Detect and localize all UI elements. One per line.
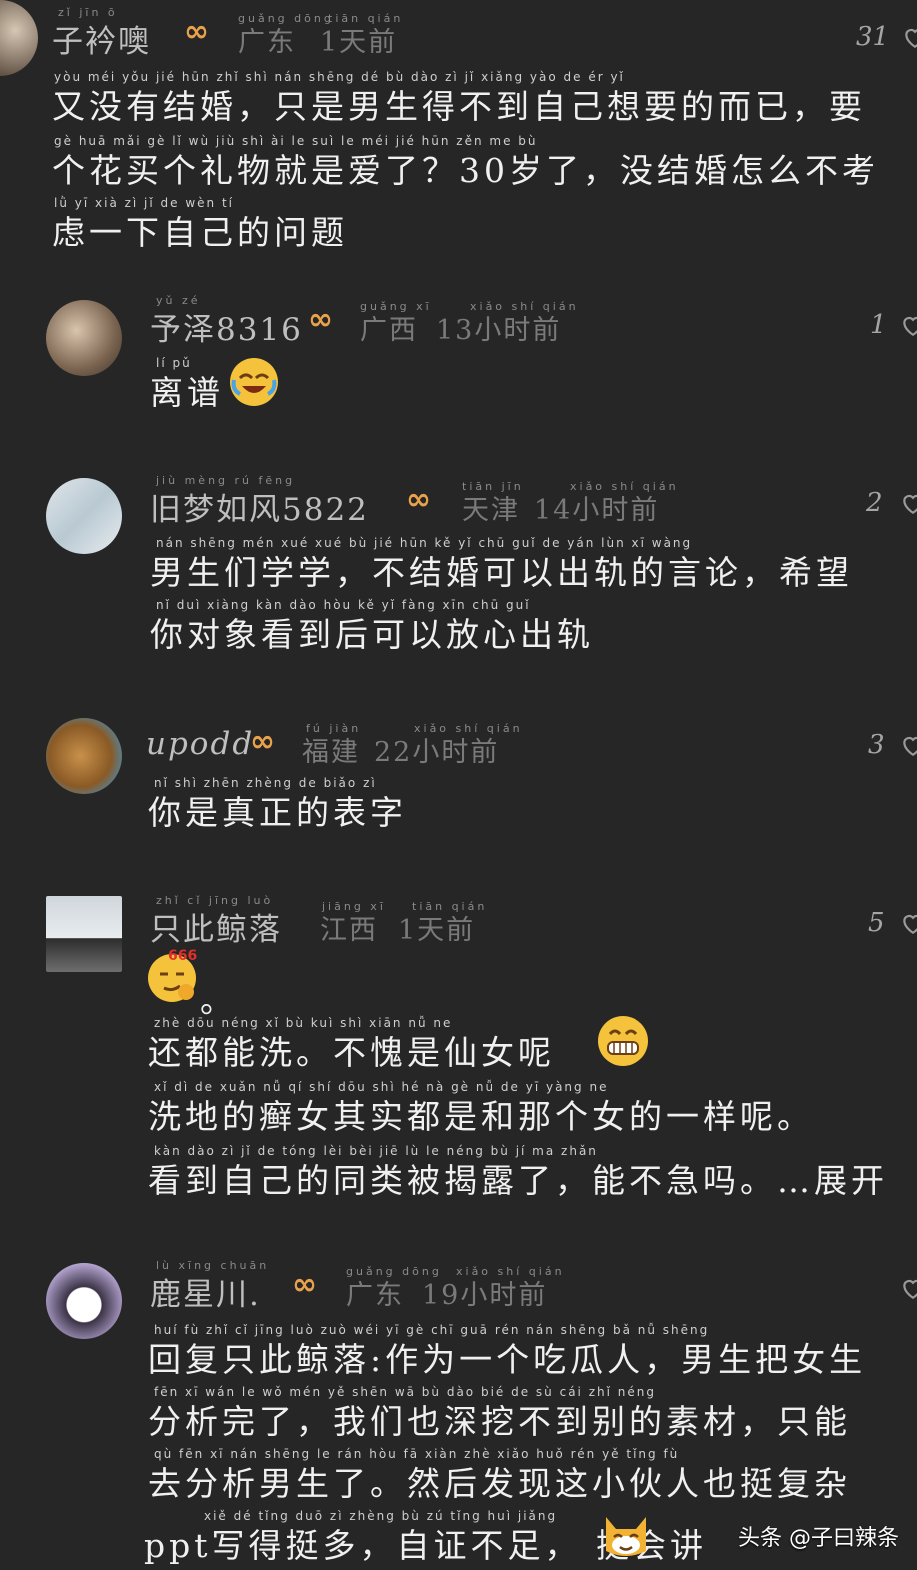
comment-text-line: 去分析男生了。然后发现这小伙人也挺复杂 (148, 1464, 851, 1503)
comment-item: zhǐ cǐ jīng luò 只此鲸落 jiāng xī 江西 tiān qi… (0, 890, 917, 1210)
username[interactable]: 鹿星川. (150, 1269, 261, 1314)
comment-text-line: 看到自己的同类被揭露了，能不急吗。…展开 (148, 1161, 888, 1200)
comment-text-line: 你对象看到后可以放心出轨 (150, 615, 594, 654)
like-count: 31 (856, 22, 890, 52)
like-count: 5 (868, 908, 885, 938)
location: 广东 (346, 1280, 404, 1311)
comment-text-line: 虑一下自己的问题 (52, 213, 348, 252)
like-count: 3 (868, 730, 885, 760)
heart-icon[interactable] (900, 910, 917, 936)
comment-text-line: 分析完了，我们也深挖不到别的素材，只能 (148, 1402, 851, 1441)
heart-icon[interactable] (900, 312, 917, 338)
timestamp: 1天前 (320, 27, 398, 58)
location: 江西 (320, 915, 378, 946)
badge-icon: ∞ (292, 1267, 317, 1302)
username[interactable]: 予泽8316 (150, 304, 303, 349)
like-count: 1 (870, 310, 887, 340)
grin-emoji-icon (598, 1016, 648, 1066)
badge-icon: ∞ (250, 724, 275, 759)
avatar[interactable] (46, 300, 122, 376)
timestamp: 13小时前 (436, 315, 562, 346)
location: 广东 (238, 27, 296, 58)
comment-item: yǔ zé 予泽8316 ∞ guǎng xī 广西 xiǎo shí qián… (0, 290, 917, 440)
comment-text-line: 你是真正的表字 (148, 793, 407, 832)
location: 天津 (462, 495, 520, 526)
comment-text-line: 洗地的癣女其实都是和那个女的一样呢。 (148, 1097, 814, 1136)
comment-text-line: 离谱 (150, 373, 224, 412)
comment-text-line: 还都能洗。不愧是仙女呢 (148, 1033, 555, 1072)
badge-icon: ∞ (184, 14, 209, 49)
comment-text-line: 回复只此鲸落:作为一个吃瓜人，男生把女生 (148, 1340, 867, 1379)
comment-text-line: 男生们学学，不结婚可以出轨的言论，希望 (150, 553, 853, 592)
timestamp: 1天前 (398, 915, 476, 946)
cat-emoji-icon (606, 1517, 646, 1556)
comment-item: jiù mèng rú fēng 旧梦如风5822 ∞ tiān jīn 天津 … (0, 470, 917, 670)
username[interactable]: 只此鲸落 (150, 904, 282, 949)
comment-item: zǐ jīn ō 子衿噢 ∞ guǎng dōng 广东 tiān qián 1… (0, 0, 917, 260)
badge-icon: ∞ (406, 482, 431, 517)
comment-text-line: 又没有结婚，只是男生得不到自己想要的而已，要 (52, 87, 866, 126)
timestamp: 22小时前 (374, 737, 500, 768)
avatar[interactable] (46, 896, 122, 972)
location: 福建 (302, 737, 360, 768)
heart-icon[interactable] (900, 732, 917, 758)
location: 广西 (360, 315, 418, 346)
badge-icon: ∞ (308, 302, 333, 337)
heart-icon[interactable] (900, 490, 917, 516)
comment-item: upodd ∞ fú jiàn 福建 xiǎo shí qián 22小时前 3… (0, 712, 917, 862)
username[interactable]: 旧梦如风5822 (150, 484, 369, 529)
timestamp: 14小时前 (534, 495, 660, 526)
heart-icon[interactable] (900, 1275, 917, 1301)
comment-text-line: 个花买个礼物就是爱了？30岁了，没结婚怎么不考 (52, 151, 879, 190)
avatar[interactable] (46, 1263, 122, 1339)
username[interactable]: 子衿噢 (52, 16, 151, 61)
heart-icon[interactable] (902, 24, 917, 50)
emoji-label: 666 (168, 948, 198, 964)
like-count: 2 (866, 488, 883, 518)
username[interactable]: upodd (146, 726, 254, 762)
comment-text-line: 。 (200, 981, 237, 1020)
avatar[interactable] (46, 478, 122, 554)
timestamp: 19小时前 (422, 1280, 548, 1311)
watermark: 头条 @子曰辣条 (738, 1526, 899, 1551)
avatar[interactable] (0, 0, 38, 76)
avatar[interactable] (46, 718, 122, 794)
facepalm-laugh-emoji-icon (230, 358, 278, 406)
